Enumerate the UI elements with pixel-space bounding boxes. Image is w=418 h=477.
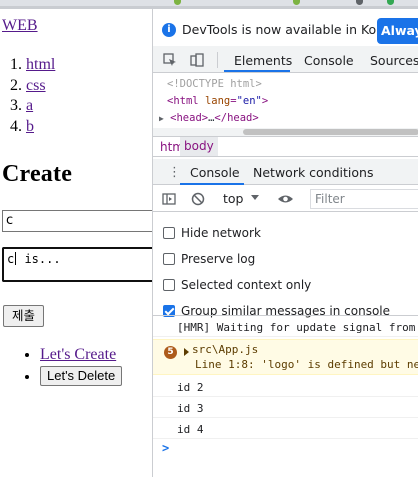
infobar-message: DevTools is now available in Korean! (182, 22, 410, 37)
topic-link-css[interactable]: css (26, 77, 46, 94)
live-expression-eye-icon[interactable] (277, 192, 294, 206)
dom-doctype-line: <!DOCTYPE html> (167, 78, 262, 90)
console-filter-input[interactable]: Filter (310, 189, 418, 209)
create-heading: Create (2, 161, 73, 187)
log-text: id 4 (177, 423, 204, 436)
dom-horizontal-scrollbar[interactable] (153, 128, 418, 136)
breadcrumb: html body (153, 136, 418, 157)
console-messages: [HMR] Waiting for update signal from WDS… (153, 315, 418, 477)
topic-link-a[interactable]: a (26, 97, 33, 114)
html-open-tag: <html (167, 95, 199, 107)
selected-context-checkbox[interactable] (163, 279, 175, 291)
scrollbar-thumb[interactable] (243, 129, 418, 135)
devtools-panel-tabs: Elements Console Sources (153, 46, 418, 73)
topic-link-html[interactable]: html (26, 56, 55, 73)
always-match-language-button[interactable]: Always (377, 18, 418, 44)
body-textarea[interactable]: c is... (2, 247, 152, 282)
control-item: Let's Create (40, 345, 122, 366)
active-tab-indicator (224, 70, 290, 72)
devtools-pane: i DevTools is now available in Korean! A… (152, 9, 418, 477)
setting-hide-network[interactable]: Hide network (163, 226, 261, 242)
create-link[interactable]: Let's Create (40, 346, 116, 363)
toolbar-divider (217, 52, 218, 68)
extension-icon[interactable] (174, 0, 181, 5)
console-message: id 2 (153, 377, 418, 397)
warning-detail: Line 1:8: 'logo' is defined but never us… (195, 358, 418, 371)
extension-icon[interactable] (356, 0, 363, 5)
language-infobar: i DevTools is now available in Korean! A… (153, 9, 418, 45)
lang-value: "en" (236, 95, 262, 107)
web-page-pane: WEB html css a b Create c c is... 제출 Let… (0, 9, 152, 477)
dom-head-line[interactable]: ▶ <head>…</head> (159, 112, 259, 124)
delete-button[interactable]: Let's Delete (40, 366, 123, 386)
tab-sources[interactable]: Sources (370, 53, 418, 68)
console-prompt[interactable]: > (162, 441, 169, 455)
topic-link-b[interactable]: b (26, 118, 34, 135)
expand-triangle-icon[interactable] (184, 348, 189, 356)
topic-item: html (26, 55, 55, 76)
log-text: id 2 (177, 381, 204, 394)
dom-html-line[interactable]: <html lang="en"> (167, 95, 268, 107)
context-selector[interactable]: top (223, 191, 243, 206)
head-close-tag: </head> (214, 112, 259, 124)
clear-console-icon[interactable] (191, 192, 205, 206)
breadcrumb-body[interactable]: body (180, 137, 218, 156)
console-message: id 3 (153, 398, 418, 418)
control-list: Let's Create Let's Delete (22, 345, 123, 387)
extension-icon[interactable] (387, 0, 394, 5)
html-open-bracket: > (261, 95, 269, 107)
submit-button[interactable]: 제출 (3, 305, 44, 327)
hmr-message-text: [HMR] Waiting for update signal from WDS… (177, 321, 418, 334)
setting-preserve-log[interactable]: Preserve log (163, 252, 255, 268)
drawer-tab-network-conditions[interactable]: Network conditions (253, 165, 373, 180)
console-message: id 4 (153, 419, 418, 439)
show-sidebar-icon[interactable] (162, 192, 176, 206)
textarea-text-after-caret: is... (17, 252, 61, 266)
expand-triangle-icon[interactable]: ▶ (159, 114, 164, 123)
extension-icon[interactable] (293, 0, 300, 5)
preserve-log-label: Preserve log (181, 252, 256, 266)
active-drawer-tab-indicator (180, 183, 244, 185)
topic-list: html css a b (26, 55, 55, 137)
topic-item: css (26, 76, 55, 97)
drawer-menu-icon[interactable]: ⋮ (168, 165, 181, 180)
head-open-tag: <head> (170, 112, 209, 124)
console-toolbar: top Filter (153, 186, 418, 212)
preserve-log-checkbox[interactable] (163, 253, 175, 265)
tab-elements[interactable]: Elements (234, 53, 292, 68)
lang-attribute: lang (204, 95, 231, 107)
tab-console[interactable]: Console (304, 53, 354, 68)
drawer-tabs: ⋮ Console Network conditions (153, 159, 418, 185)
info-icon: i (162, 23, 176, 37)
chevron-down-icon[interactable] (251, 195, 259, 200)
control-item: Let's Delete (40, 366, 123, 387)
textarea-text-before-caret: c (7, 252, 15, 266)
inspect-element-icon[interactable] (163, 53, 177, 67)
hide-network-checkbox[interactable] (163, 227, 175, 239)
topic-item: b (26, 117, 55, 138)
log-text: id 3 (177, 402, 204, 415)
selected-context-label: Selected context only (181, 278, 312, 292)
browser-tab-strip (0, 0, 418, 9)
device-toolbar-icon[interactable] (190, 53, 204, 67)
console-message: [HMR] Waiting for update signal from WDS… (153, 316, 418, 337)
console-warning[interactable]: 5 src\App.js Line 1:8: 'logo' is defined… (153, 339, 418, 375)
setting-selected-context[interactable]: Selected context only (163, 278, 311, 294)
topic-item: a (26, 96, 55, 117)
title-input[interactable]: c (2, 210, 152, 232)
console-settings: Hide network Preserve log Selected conte… (153, 213, 418, 318)
hide-network-label: Hide network (181, 226, 261, 240)
drawer-tab-console[interactable]: Console (190, 165, 240, 180)
warning-source[interactable]: src\App.js (192, 343, 258, 356)
warning-count-badge: 5 (164, 346, 177, 359)
site-title-link[interactable]: WEB (2, 17, 38, 35)
dom-tree: <!DOCTYPE html> <html lang="en"> ▶ <head… (153, 74, 418, 136)
